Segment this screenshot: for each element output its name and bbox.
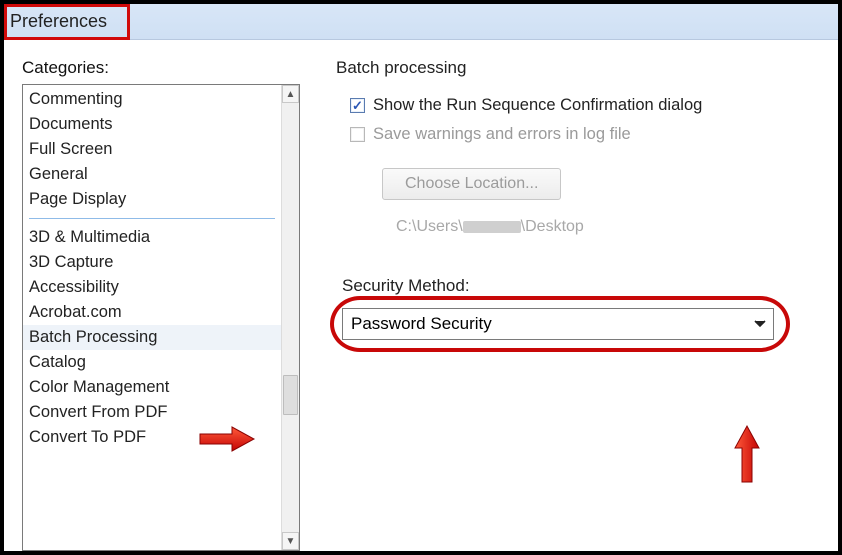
list-separator (29, 218, 275, 219)
scroll-up-icon[interactable]: ▲ (282, 85, 299, 103)
checkbox-icon[interactable] (350, 127, 365, 142)
titlebar: Preferences (4, 4, 838, 40)
categories-label: Categories: (22, 58, 300, 78)
chevron-down-icon[interactable] (751, 313, 769, 335)
scroll-down-icon[interactable]: ▼ (282, 532, 299, 550)
list-item[interactable]: Catalog (23, 350, 281, 375)
window-title: Preferences (4, 9, 117, 34)
list-item[interactable]: Convert From PDF (23, 400, 281, 425)
path-suffix: \Desktop (521, 218, 584, 235)
list-item[interactable]: Documents (23, 112, 281, 137)
panel-heading: Batch processing (336, 58, 830, 78)
path-redacted: xxxxxx (463, 221, 521, 233)
combobox-value: Password Security (351, 314, 492, 334)
list-item[interactable]: General (23, 162, 281, 187)
checkbox-label: Show the Run Sequence Confirmation dialo… (373, 96, 702, 115)
list-item[interactable]: Accessibility (23, 275, 281, 300)
choose-location-button: Choose Location... (382, 168, 561, 200)
list-item[interactable]: Commenting (23, 87, 281, 112)
checkbox-show-confirmation[interactable]: Show the Run Sequence Confirmation dialo… (350, 96, 830, 115)
checkbox-save-warnings[interactable]: Save warnings and errors in log file (350, 125, 830, 144)
checkbox-label: Save warnings and errors in log file (373, 125, 631, 144)
list-item[interactable]: 3D & Multimedia (23, 225, 281, 250)
checkbox-icon[interactable] (350, 98, 365, 113)
log-path: C:\Users\xxxxxx\Desktop (396, 218, 830, 236)
security-method-label: Security Method: (342, 276, 830, 296)
list-item-batch-processing[interactable]: Batch Processing (23, 325, 281, 350)
list-item[interactable]: Full Screen (23, 137, 281, 162)
path-prefix: C:\Users\ (396, 218, 463, 235)
list-item[interactable]: Page Display (23, 187, 281, 212)
scroll-thumb[interactable] (283, 375, 298, 415)
list-item[interactable]: Convert To PDF (23, 425, 281, 450)
scrollbar[interactable]: ▲ ▼ (281, 85, 299, 550)
categories-listbox[interactable]: Commenting Documents Full Screen General… (22, 84, 300, 551)
list-item[interactable]: 3D Capture (23, 250, 281, 275)
list-item[interactable]: Acrobat.com (23, 300, 281, 325)
security-method-combobox[interactable]: Password Security (342, 308, 774, 340)
list-item[interactable]: Color Management (23, 375, 281, 400)
